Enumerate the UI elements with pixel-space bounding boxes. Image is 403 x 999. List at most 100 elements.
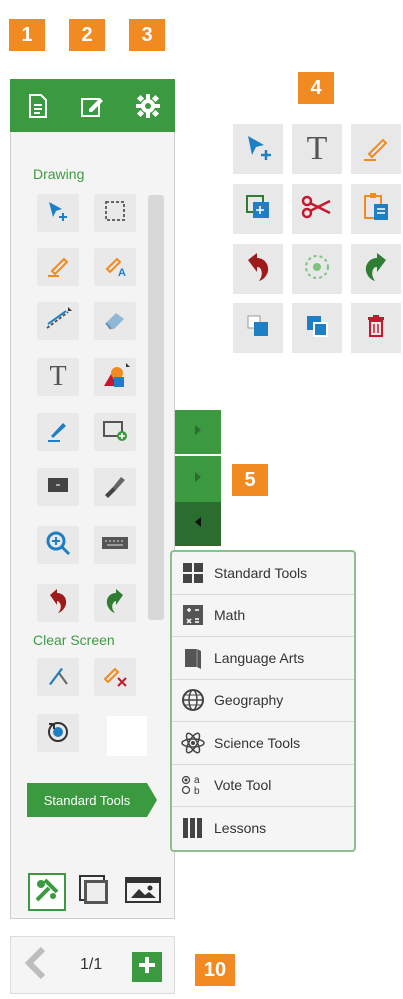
text-icon: T bbox=[306, 130, 328, 167]
document-icon[interactable] bbox=[21, 89, 55, 123]
menu-item-geography[interactable]: Geography bbox=[172, 680, 354, 722]
add-page-button[interactable] bbox=[132, 952, 162, 982]
menu-item-label: Vote Tool bbox=[214, 777, 272, 794]
reset-icon bbox=[45, 718, 71, 749]
line-button[interactable] bbox=[37, 302, 79, 340]
image-add-button[interactable] bbox=[94, 413, 136, 451]
toolbox-icon bbox=[33, 876, 61, 909]
shapes-button[interactable] bbox=[94, 358, 136, 396]
copy-icon bbox=[244, 193, 272, 226]
svg-text:b: b bbox=[194, 786, 200, 797]
undo-icon bbox=[244, 251, 272, 288]
delete-icon bbox=[365, 314, 387, 343]
menu-item-science-tools[interactable]: Science Tools bbox=[172, 722, 354, 765]
redo-icon bbox=[103, 587, 127, 620]
prev-page-button[interactable] bbox=[18, 946, 52, 983]
grid-paste-button[interactable] bbox=[351, 184, 401, 234]
standard-tools-tab[interactable]: Standard Tools bbox=[27, 783, 157, 817]
cut-icon bbox=[301, 194, 333, 225]
side-tab-2[interactable] bbox=[175, 456, 221, 502]
grid-copy-button[interactable] bbox=[233, 184, 283, 234]
pen-icon bbox=[45, 417, 71, 448]
zoom-button[interactable] bbox=[37, 526, 79, 564]
pen-button[interactable] bbox=[37, 413, 79, 451]
toolbox-button[interactable] bbox=[28, 873, 66, 911]
menu-item-math[interactable]: Math bbox=[172, 595, 354, 637]
lessons-icon bbox=[180, 815, 206, 841]
drawing-section-label: Drawing bbox=[33, 166, 85, 182]
badge-5: 5 bbox=[232, 464, 268, 496]
spotlight-button[interactable] bbox=[94, 468, 136, 506]
windows-button[interactable] bbox=[75, 873, 113, 911]
tools-scrollbar[interactable] bbox=[148, 195, 164, 620]
add-cursor-icon bbox=[45, 199, 71, 228]
redo-button[interactable] bbox=[94, 584, 136, 622]
eraser-button[interactable] bbox=[94, 302, 136, 340]
vote-icon: ab bbox=[180, 772, 206, 798]
chevron-right-icon bbox=[193, 423, 203, 441]
grid-icon bbox=[180, 560, 206, 586]
menu-item-label: Science Tools bbox=[214, 734, 301, 751]
screen-shade-button[interactable] bbox=[37, 468, 79, 506]
gallery-button[interactable] bbox=[122, 873, 164, 911]
reset-button[interactable] bbox=[37, 714, 79, 752]
book-icon bbox=[180, 645, 206, 671]
badge-4: 4 bbox=[298, 72, 334, 104]
side-tab-1[interactable] bbox=[175, 410, 221, 454]
toolset-menu: Standard Tools Math Language Arts Geogra… bbox=[170, 550, 356, 852]
highlighter-icon bbox=[45, 252, 71, 283]
globe-icon bbox=[180, 687, 206, 713]
line-icon bbox=[44, 306, 72, 337]
menu-item-lessons[interactable]: Lessons bbox=[172, 807, 354, 849]
clear-ink-icon bbox=[101, 662, 129, 693]
text-icon: T bbox=[49, 361, 67, 392]
menu-item-standard-tools[interactable]: Standard Tools bbox=[172, 552, 354, 595]
grid-lasso-button[interactable] bbox=[292, 244, 342, 294]
keyboard-button[interactable] bbox=[94, 526, 136, 564]
text-button[interactable]: T bbox=[37, 358, 79, 396]
gear-icon[interactable] bbox=[131, 89, 165, 123]
grid-bring-front-button[interactable] bbox=[292, 303, 342, 353]
grid-highlighter-button[interactable] bbox=[351, 124, 401, 174]
menu-item-label: Math bbox=[214, 607, 246, 624]
badge-3: 3 bbox=[129, 19, 165, 51]
badge-10: 10 bbox=[195, 954, 235, 986]
screen-shade-icon bbox=[46, 475, 70, 500]
add-cursor-button[interactable] bbox=[37, 194, 79, 232]
grid-text-button[interactable]: T bbox=[292, 124, 342, 174]
menu-item-vote-tool[interactable]: ab Vote Tool bbox=[172, 765, 354, 807]
grid-cut-button[interactable] bbox=[292, 184, 342, 234]
page-indicator: 1/1 bbox=[80, 956, 103, 973]
highlighter-a-icon: A bbox=[102, 252, 128, 283]
marquee-select-icon bbox=[103, 199, 127, 228]
highlighter-text-button[interactable]: A bbox=[94, 248, 136, 286]
color-swatch[interactable] bbox=[107, 716, 147, 756]
image-add-icon bbox=[102, 418, 128, 447]
panel-top-bar bbox=[10, 79, 175, 132]
menu-item-language-arts[interactable]: Language Arts bbox=[172, 637, 354, 680]
clear-button[interactable] bbox=[37, 658, 79, 696]
clear-ink-button[interactable] bbox=[94, 658, 136, 696]
grid-send-back-button[interactable] bbox=[233, 303, 283, 353]
undo-button[interactable] bbox=[37, 584, 79, 622]
plus-icon bbox=[137, 955, 157, 980]
grid-undo-button[interactable] bbox=[233, 244, 283, 294]
undo-icon bbox=[46, 587, 70, 620]
badge-1: 1 bbox=[9, 19, 45, 51]
grid-delete-button[interactable] bbox=[351, 303, 401, 353]
edit-note-icon[interactable] bbox=[76, 89, 110, 123]
menu-item-label: Geography bbox=[214, 692, 284, 709]
highlighter-button[interactable] bbox=[37, 248, 79, 286]
grid-redo-button[interactable] bbox=[351, 244, 401, 294]
marquee-select-button[interactable] bbox=[94, 194, 136, 232]
shapes-icon bbox=[100, 361, 130, 394]
bring-front-icon bbox=[304, 313, 330, 344]
svg-text:a: a bbox=[194, 775, 200, 786]
menu-item-label: Language Arts bbox=[214, 649, 305, 666]
grid-add-cursor-button[interactable] bbox=[233, 124, 283, 174]
clear-screen-label: Clear Screen bbox=[33, 632, 115, 648]
add-cursor-icon bbox=[242, 132, 274, 167]
side-tab-3[interactable] bbox=[175, 502, 221, 546]
gallery-icon bbox=[124, 875, 162, 910]
spotlight-icon bbox=[102, 472, 128, 503]
